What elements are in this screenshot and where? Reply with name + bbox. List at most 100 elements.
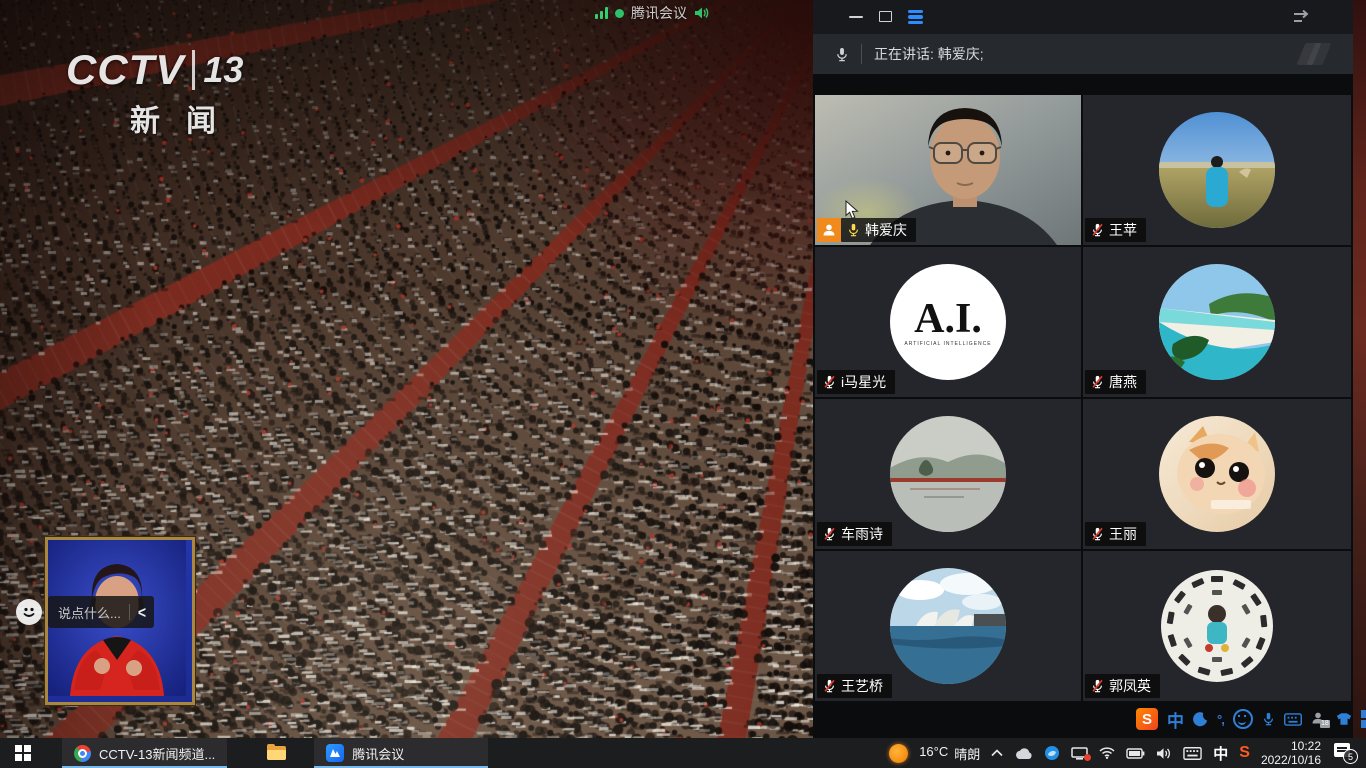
cctv-caption-text: 新闻 bbox=[130, 96, 243, 140]
tray-app-icon[interactable] bbox=[1044, 745, 1060, 761]
weather-temp: 16°C bbox=[919, 744, 948, 763]
live-chat-overlay: 说点什么... < bbox=[16, 596, 154, 628]
account-icon[interactable]: 18 bbox=[1311, 711, 1327, 727]
layout-view-icon[interactable] bbox=[908, 10, 923, 24]
divider bbox=[861, 44, 862, 64]
voice-input-icon[interactable] bbox=[1262, 711, 1275, 727]
toolbox-icon[interactable] bbox=[1361, 710, 1366, 728]
participant-tile[interactable]: 郭凤英 bbox=[1083, 551, 1351, 701]
mic-muted-icon bbox=[1091, 526, 1104, 542]
avatar bbox=[1159, 112, 1275, 228]
participant-name: 车雨诗 bbox=[841, 524, 883, 544]
participant-tile[interactable]: 唐燕 bbox=[1083, 247, 1351, 397]
avatar-caption: ARTIFICIAL INTELLIGENCE bbox=[904, 341, 991, 347]
participant-name: i马星光 bbox=[841, 372, 886, 392]
volume-icon[interactable] bbox=[1156, 747, 1172, 760]
mic-muted-icon bbox=[823, 374, 836, 390]
taskbar-task-explorer[interactable] bbox=[255, 738, 298, 768]
weather-widget[interactable]: 16°C 晴朗 bbox=[919, 744, 980, 763]
punctuation-mode-icon[interactable]: °, bbox=[1217, 712, 1224, 727]
notification-count-badge: 5 bbox=[1343, 749, 1358, 764]
participant-tile[interactable]: 韩爱庆 bbox=[815, 95, 1081, 245]
tray-expand-icon[interactable] bbox=[991, 749, 1003, 757]
share-app-label: 腾讯会议 bbox=[631, 3, 687, 23]
ime-mode-chinese[interactable]: 中 bbox=[1167, 707, 1184, 732]
maximize-icon[interactable] bbox=[879, 11, 892, 22]
speaker-icon bbox=[694, 6, 710, 20]
meeting-watermark-icon bbox=[1301, 43, 1327, 65]
screen-share-indicator: 腾讯会议 bbox=[595, 3, 710, 23]
cctv-channel-number: 13 bbox=[192, 50, 243, 90]
signal-bars-icon bbox=[595, 7, 608, 19]
minimize-icon[interactable] bbox=[849, 16, 863, 18]
participant-tile[interactable]: 车雨诗 bbox=[815, 399, 1081, 549]
avatar bbox=[890, 568, 1006, 684]
mic-muted-icon bbox=[1091, 374, 1104, 390]
avatar bbox=[890, 416, 1006, 532]
task-label: 腾讯会议 bbox=[352, 744, 404, 763]
weather-condition: 晴朗 bbox=[954, 744, 980, 763]
participant-name: 王艺桥 bbox=[841, 676, 883, 696]
avatar bbox=[1159, 264, 1275, 380]
mic-active-icon bbox=[847, 222, 860, 238]
account-badge: 18 bbox=[1320, 720, 1330, 728]
notification-dot bbox=[1084, 754, 1091, 761]
onedrive-cloud-icon[interactable] bbox=[1014, 747, 1033, 760]
mic-muted-icon bbox=[1091, 678, 1104, 694]
tencent-meeting-panel: 正在讲话: 韩爱庆; bbox=[813, 0, 1353, 738]
emoji-picker-icon[interactable] bbox=[1233, 709, 1253, 729]
ime-indicator[interactable]: 中 bbox=[1213, 743, 1228, 764]
taskbar-clock[interactable]: 10:22 2022/10/16 bbox=[1261, 739, 1321, 767]
windows-logo-icon bbox=[15, 745, 31, 761]
soft-keyboard-icon[interactable] bbox=[1284, 713, 1302, 726]
file-explorer-icon bbox=[267, 746, 286, 761]
speaking-status-bar: 正在讲话: 韩爱庆; bbox=[813, 34, 1353, 74]
task-label: CCTV-13新闻频道... bbox=[99, 744, 215, 763]
participant-tile[interactable]: 王艺桥 bbox=[815, 551, 1081, 701]
emoji-smiley-icon[interactable] bbox=[16, 599, 42, 625]
avatar bbox=[1159, 568, 1275, 684]
tencent-meeting-icon bbox=[326, 744, 344, 762]
chat-placeholder[interactable]: 说点什么... bbox=[58, 603, 121, 622]
avatar-title: A.I. bbox=[914, 297, 982, 341]
participant-tile[interactable]: 王苹 bbox=[1083, 95, 1351, 245]
display-cast-icon[interactable] bbox=[1071, 747, 1088, 760]
background-video-strip bbox=[1353, 0, 1366, 738]
avatar bbox=[1159, 416, 1275, 532]
participant-name: 韩爱庆 bbox=[865, 220, 907, 240]
chrome-icon bbox=[74, 745, 91, 762]
participant-tile[interactable]: A.I. ARTIFICIAL INTELLIGENCE i马星光 bbox=[815, 247, 1081, 397]
cctv-13-logo: CCTV 13 新闻 bbox=[66, 50, 243, 140]
moon-night-mode-icon[interactable] bbox=[1193, 712, 1208, 727]
clock-time: 10:22 bbox=[1291, 739, 1321, 753]
participant-name: 王苹 bbox=[1109, 220, 1137, 240]
exit-fullscreen-icon[interactable] bbox=[1293, 10, 1313, 24]
chevron-left-icon[interactable]: < bbox=[138, 602, 146, 621]
shared-screen-video[interactable]: 腾讯会议 CCTV 13 新闻 bbox=[0, 0, 813, 738]
participant-name: 唐燕 bbox=[1109, 372, 1137, 392]
clock-date: 2022/10/16 bbox=[1261, 753, 1321, 767]
weather-icon[interactable] bbox=[889, 744, 908, 763]
recording-dot-icon bbox=[615, 9, 624, 18]
windows-taskbar: CCTV-13新闻频道... 腾讯会议 16°C 晴朗 bbox=[0, 738, 1366, 768]
start-button[interactable] bbox=[0, 738, 46, 768]
taskbar-task-meeting[interactable]: 腾讯会议 bbox=[314, 738, 488, 768]
participant-name: 郭凤英 bbox=[1109, 676, 1151, 696]
skin-icon[interactable] bbox=[1336, 712, 1352, 726]
touch-keyboard-icon[interactable] bbox=[1183, 747, 1202, 760]
wifi-icon[interactable] bbox=[1099, 747, 1115, 759]
divider bbox=[129, 604, 130, 620]
mouse-cursor bbox=[845, 200, 861, 220]
taskbar-task-chrome[interactable]: CCTV-13新闻频道... bbox=[62, 738, 227, 768]
mic-muted-icon bbox=[1091, 222, 1104, 238]
avatar: A.I. ARTIFICIAL INTELLIGENCE bbox=[890, 264, 1006, 380]
participant-tile[interactable]: 王丽 bbox=[1083, 399, 1351, 549]
sogou-logo-icon[interactable]: S bbox=[1136, 708, 1158, 730]
chat-input-pill[interactable]: 说点什么... < bbox=[48, 596, 154, 628]
battery-icon[interactable] bbox=[1126, 748, 1145, 759]
mic-icon bbox=[835, 46, 849, 63]
mic-muted-icon bbox=[823, 678, 836, 694]
action-center-icon[interactable]: 5 bbox=[1332, 742, 1358, 764]
desktop: 腾讯会议 CCTV 13 新闻 bbox=[0, 0, 1366, 768]
sogou-tray-icon[interactable]: S bbox=[1239, 744, 1250, 762]
